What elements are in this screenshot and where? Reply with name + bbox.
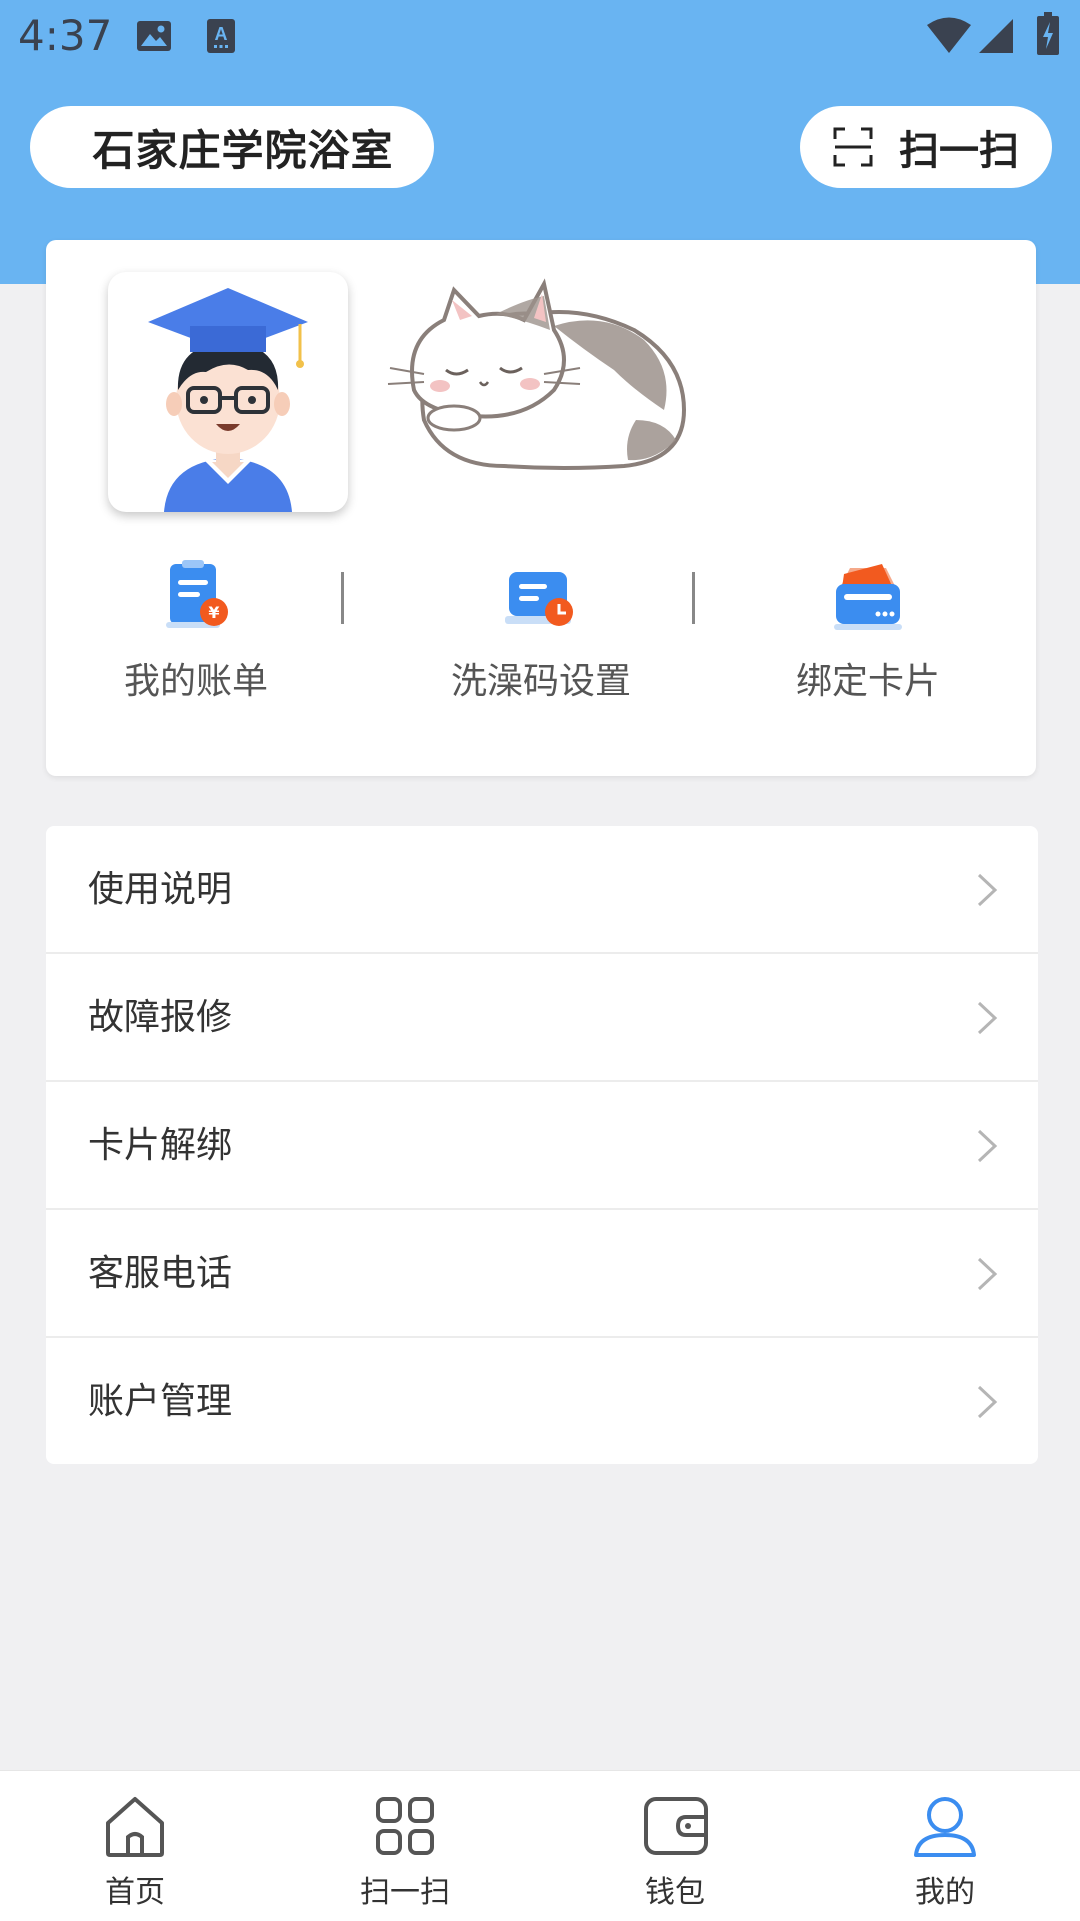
bill-icon: ¥ bbox=[166, 560, 228, 628]
nav-mine[interactable]: 我的 bbox=[810, 1771, 1080, 1921]
graduate-avatar-icon[interactable] bbox=[108, 272, 348, 512]
battery-icon bbox=[1037, 12, 1059, 55]
nav-mine-label: 我的 bbox=[915, 1875, 975, 1910]
scan-label: 扫一扫 bbox=[899, 128, 1019, 174]
bath-code-settings-button[interactable]: 洗澡码设置 bbox=[391, 560, 691, 740]
quick-actions: ¥ 我的账单 洗澡码设置 绑定卡片 bbox=[46, 560, 1036, 740]
chevron-right-icon bbox=[977, 1129, 998, 1163]
grid-scan-icon bbox=[376, 1797, 434, 1855]
divider bbox=[341, 572, 344, 624]
chevron-right-icon bbox=[977, 1001, 998, 1035]
nav-scan[interactable]: 扫一扫 bbox=[270, 1771, 540, 1921]
my-bill-button[interactable]: ¥ 我的账单 bbox=[46, 560, 346, 740]
profile-card: ¥ 我的账单 洗澡码设置 绑定卡片 bbox=[46, 240, 1036, 776]
bath-code-settings-label: 洗澡码设置 bbox=[450, 661, 631, 702]
signal-icon bbox=[979, 19, 1013, 53]
chevron-right-icon bbox=[977, 873, 998, 907]
nav-home[interactable]: 首页 bbox=[0, 1771, 270, 1921]
svg-text:¥: ¥ bbox=[208, 603, 219, 622]
scan-button[interactable]: 扫一扫 bbox=[800, 106, 1052, 188]
menu-item-instructions[interactable]: 使用说明 bbox=[46, 826, 1038, 954]
user-icon bbox=[914, 1797, 976, 1857]
keyboard-a-icon: A bbox=[207, 19, 235, 53]
wifi-icon bbox=[927, 17, 971, 53]
nav-scan-label: 扫一扫 bbox=[360, 1875, 450, 1910]
settings-menu: 使用说明 故障报修 卡片解绑 客服电话 账户管理 bbox=[46, 826, 1038, 1464]
wallet-icon bbox=[644, 1797, 708, 1855]
bottom-nav: 首页 扫一扫 钱包 我的 bbox=[0, 1770, 1080, 1921]
sleeping-cat-illustration bbox=[387, 278, 687, 470]
status-time: 4:37 bbox=[18, 11, 113, 60]
bind-card-label: 绑定卡片 bbox=[795, 661, 940, 702]
image-icon bbox=[137, 21, 171, 51]
bind-card-icon bbox=[834, 564, 902, 630]
bath-code-settings-icon bbox=[505, 572, 573, 626]
nav-wallet-label: 钱包 bbox=[645, 1875, 705, 1910]
chevron-right-icon bbox=[977, 1385, 998, 1419]
chevron-right-icon bbox=[977, 1257, 998, 1291]
nav-wallet[interactable]: 钱包 bbox=[540, 1771, 810, 1921]
menu-item-label: 故障报修 bbox=[88, 997, 233, 1038]
nav-home-label: 首页 bbox=[105, 1875, 165, 1910]
scan-frame-icon bbox=[833, 127, 873, 167]
my-bill-label: 我的账单 bbox=[123, 661, 268, 702]
menu-item-label: 客服电话 bbox=[88, 1253, 233, 1294]
menu-item-repair[interactable]: 故障报修 bbox=[46, 954, 1038, 1082]
status-bar: 4:37 A bbox=[0, 0, 1080, 72]
home-icon bbox=[106, 1797, 164, 1857]
school-name: 石家庄学院浴室 bbox=[92, 125, 394, 175]
menu-item-label: 账户管理 bbox=[88, 1381, 233, 1422]
menu-item-label: 卡片解绑 bbox=[88, 1125, 233, 1166]
school-name-pill[interactable]: 石家庄学院浴室 bbox=[30, 106, 434, 188]
menu-item-account-management[interactable]: 账户管理 bbox=[46, 1338, 1038, 1464]
menu-item-label: 使用说明 bbox=[88, 869, 233, 910]
menu-item-customer-service[interactable]: 客服电话 bbox=[46, 1210, 1038, 1338]
divider bbox=[692, 572, 695, 624]
svg-text:A: A bbox=[215, 24, 228, 44]
bind-card-button[interactable]: 绑定卡片 bbox=[718, 560, 1018, 740]
menu-item-unbind-card[interactable]: 卡片解绑 bbox=[46, 1082, 1038, 1210]
